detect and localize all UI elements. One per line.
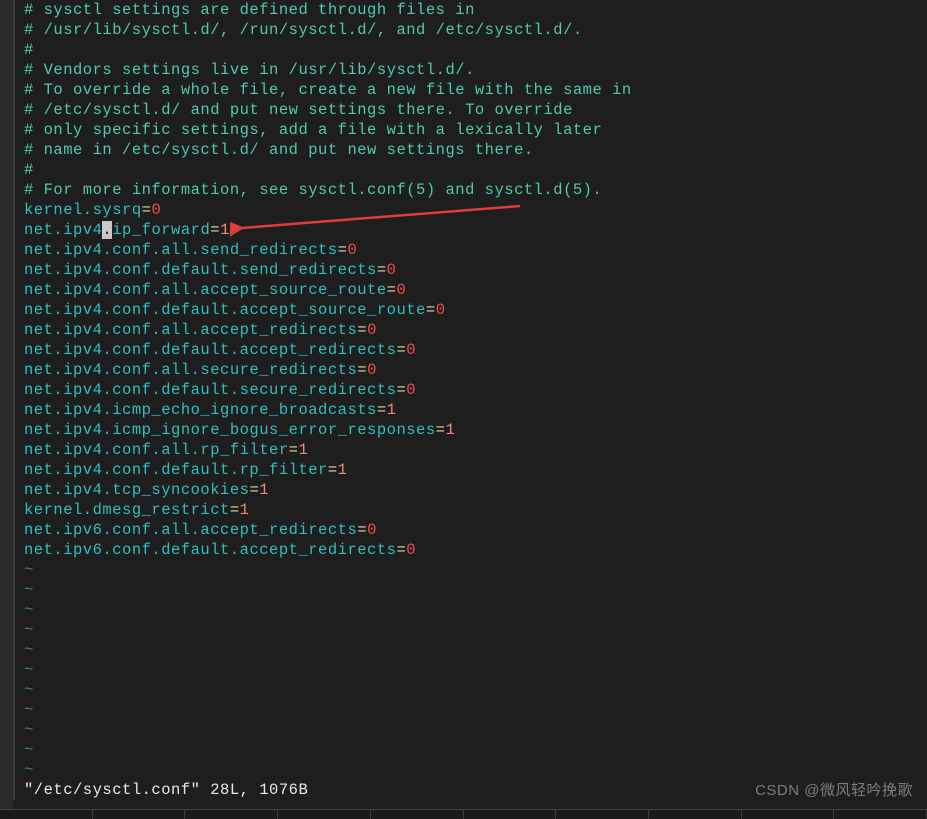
equals-sign: = [387,281,397,299]
comment-line: # To override a whole file, create a new… [24,81,632,99]
setting-value: 0 [367,321,377,339]
empty-line-tilde: ~ [24,601,34,619]
empty-line-tilde: ~ [24,761,34,779]
setting-value: 1 [240,501,250,519]
empty-line-tilde: ~ [24,721,34,739]
setting-key: net.ipv4.tcp_syncookies [24,481,249,499]
setting-value: 0 [151,201,161,219]
empty-line-tilde: ~ [24,641,34,659]
setting-line: net.ipv4.conf.default.accept_redirects=0 [24,340,927,360]
setting-line: net.ipv4.ip_forward=1 [24,220,927,240]
setting-value: 0 [347,241,357,259]
setting-line: net.ipv6.conf.default.accept_redirects=0 [24,540,927,560]
setting-key: net.ipv4.conf.all.send_redirects [24,241,338,259]
setting-line: net.ipv4.conf.all.accept_source_route=0 [24,280,927,300]
equals-sign: = [142,201,152,219]
setting-value: 1 [259,481,269,499]
comment-line: # Vendors settings live in /usr/lib/sysc… [24,61,475,79]
setting-value: 0 [367,361,377,379]
setting-key: net.ipv6.conf.default.accept_redirects [24,541,396,559]
equals-sign: = [230,501,240,519]
setting-key: net.ipv6.conf.all.accept_redirects [24,521,357,539]
empty-line-tilde: ~ [24,741,34,759]
comment-line: # sysctl settings are defined through fi… [24,1,475,19]
setting-line: net.ipv4.conf.default.secure_redirects=0 [24,380,927,400]
equals-sign: = [396,341,406,359]
equals-sign: = [338,241,348,259]
vim-status-line: "/etc/sysctl.conf" 28L, 1076B [24,781,308,799]
equals-sign: = [396,541,406,559]
setting-line: net.ipv4.conf.default.rp_filter=1 [24,460,927,480]
equals-sign: = [396,381,406,399]
empty-line-tilde: ~ [24,701,34,719]
comment-line: # name in /etc/sysctl.d/ and put new set… [24,141,534,159]
equals-sign: = [249,481,259,499]
equals-sign: = [426,301,436,319]
setting-key: net.ipv4.conf.default.send_redirects [24,261,377,279]
setting-key: net.ipv4.conf.all.accept_redirects [24,321,357,339]
equals-sign: = [357,361,367,379]
equals-sign: = [377,261,387,279]
setting-value: 0 [367,521,377,539]
comment-line: # /etc/sysctl.d/ and put new settings th… [24,101,573,119]
setting-key: net.ipv4.conf.default.accept_redirects [24,341,396,359]
setting-key: net.ipv4.conf.all.secure_redirects [24,361,357,379]
editor-viewport[interactable]: # sysctl settings are defined through fi… [13,0,927,800]
setting-line: net.ipv4.conf.all.send_redirects=0 [24,240,927,260]
equals-sign: = [357,321,367,339]
setting-key: net.ipv4.icmp_ignore_bogus_error_respons… [24,421,436,439]
setting-line: net.ipv4.conf.default.accept_source_rout… [24,300,927,320]
setting-value: 1 [220,221,230,239]
comment-line: # For more information, see sysctl.conf(… [24,181,602,199]
setting-key: net.ipv4.conf.default.accept_source_rout… [24,301,426,319]
empty-line-tilde: ~ [24,621,34,639]
setting-line: net.ipv6.conf.all.accept_redirects=0 [24,520,927,540]
setting-value: 0 [406,381,416,399]
setting-line: net.ipv4.conf.default.send_redirects=0 [24,260,927,280]
setting-value: 0 [387,261,397,279]
scrollbar-left-gutter[interactable] [0,0,13,819]
text-cursor: . [102,221,112,239]
equals-sign: = [377,401,387,419]
setting-line: kernel.sysrq=0 [24,200,927,220]
empty-line-tilde: ~ [24,681,34,699]
setting-value: 0 [406,541,416,559]
comment-line: # [24,41,34,59]
setting-value: 0 [406,341,416,359]
setting-line: net.ipv4.conf.all.secure_redirects=0 [24,360,927,380]
setting-key: net.ipv4.conf.all.rp_filter [24,441,289,459]
setting-value: 0 [396,281,406,299]
setting-key: kernel.dmesg_restrict [24,501,230,519]
setting-key: net.ipv4.conf.default.secure_redirects [24,381,396,399]
comment-line: # only specific settings, add a file wit… [24,121,602,139]
equals-sign: = [436,421,446,439]
setting-value: 1 [298,441,308,459]
setting-key: net.ipv4.conf.all.accept_source_route [24,281,387,299]
bottom-tab-strip [0,809,927,819]
setting-line: net.ipv4.conf.all.rp_filter=1 [24,440,927,460]
setting-line: net.ipv4.tcp_syncookies=1 [24,480,927,500]
watermark-text: CSDN @微风轻吟挽歌 [755,781,913,801]
equals-sign: = [357,521,367,539]
equals-sign: = [210,221,220,239]
setting-key: net.ipv4.conf.default.rp_filter [24,461,328,479]
setting-line: net.ipv4.icmp_echo_ignore_broadcasts=1 [24,400,927,420]
comment-line: # /usr/lib/sysctl.d/, /run/sysctl.d/, an… [24,21,583,39]
setting-value: 0 [436,301,446,319]
setting-value: 1 [445,421,455,439]
empty-line-tilde: ~ [24,661,34,679]
empty-line-tilde: ~ [24,561,34,579]
setting-line: net.ipv4.conf.all.accept_redirects=0 [24,320,927,340]
setting-line: net.ipv4.icmp_ignore_bogus_error_respons… [24,420,927,440]
setting-value: 1 [338,461,348,479]
setting-line: kernel.dmesg_restrict=1 [24,500,927,520]
equals-sign: = [328,461,338,479]
setting-value: 1 [387,401,397,419]
setting-key: kernel.sysrq [24,201,142,219]
setting-key: net.ipv4.icmp_echo_ignore_broadcasts [24,401,377,419]
comment-line: # [24,161,34,179]
equals-sign: = [289,441,299,459]
empty-line-tilde: ~ [24,581,34,599]
